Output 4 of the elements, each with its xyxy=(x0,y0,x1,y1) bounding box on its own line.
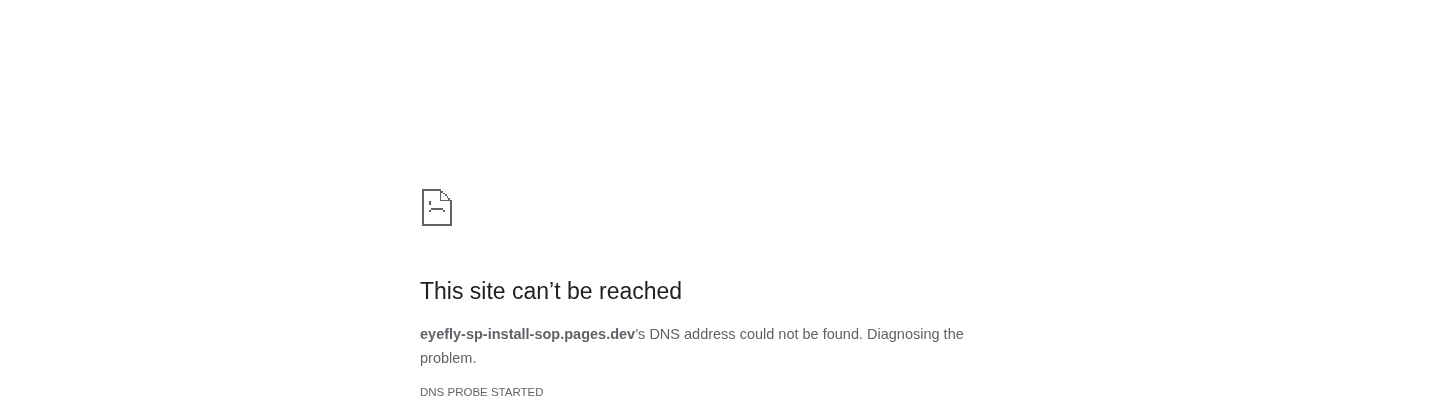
sad-page-icon xyxy=(420,189,454,226)
error-code: DNS PROBE STARTED xyxy=(420,385,544,400)
error-heading: This site can’t be reached xyxy=(420,277,683,306)
error-message: eyefly-sp-install-sop.pages.dev’s DNS address could not be found. Diagnosing the problem. xyxy=(420,325,965,368)
